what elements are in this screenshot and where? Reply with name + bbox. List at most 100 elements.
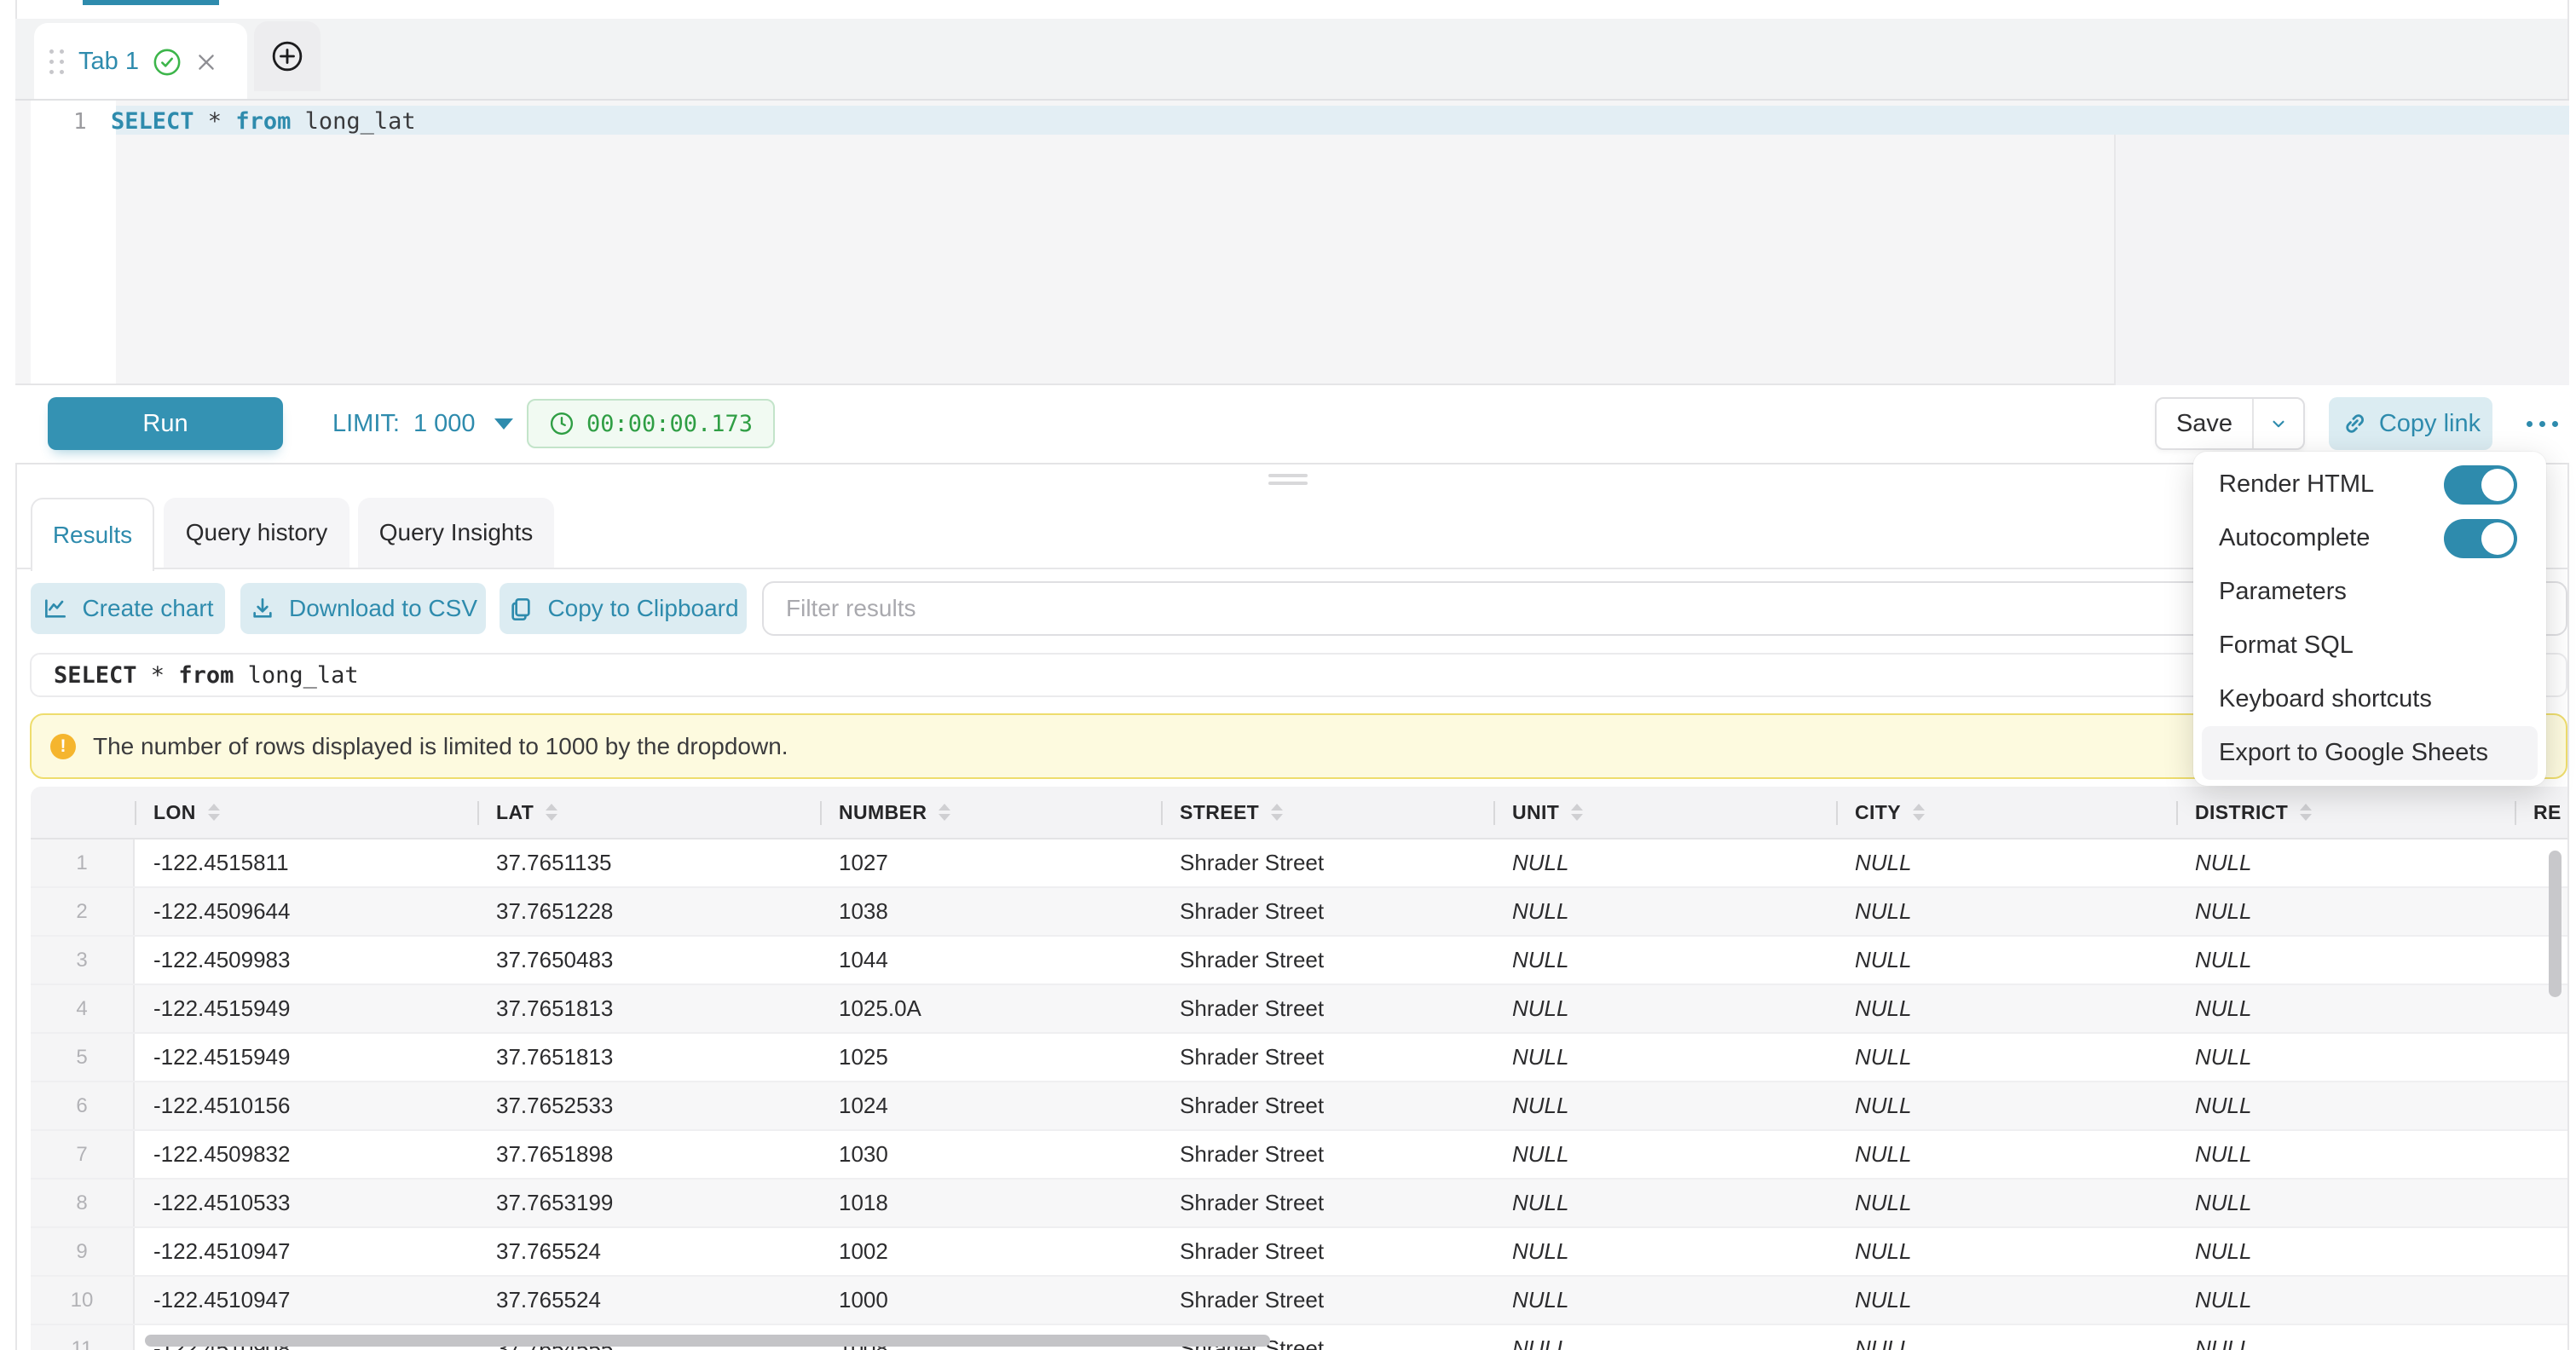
- add-tab-button[interactable]: [254, 21, 321, 91]
- tab-results[interactable]: Results: [31, 498, 154, 571]
- echo-token: from: [178, 662, 234, 689]
- copy-link-label: Copy link: [2379, 410, 2481, 438]
- drag-handle-icon[interactable]: [49, 49, 65, 74]
- menu-item-format-sql[interactable]: Format SQL: [2202, 619, 2538, 672]
- table-row: 9-122.451094737.7655241002Shrader Street…: [31, 1228, 2567, 1277]
- run-button[interactable]: Run: [48, 397, 283, 450]
- table-cell: NULL: [2176, 888, 2515, 935]
- column-header-city[interactable]: CITY: [1836, 787, 2176, 838]
- table-cell: [2515, 1180, 2567, 1226]
- column-header-number[interactable]: NUMBER: [820, 787, 1161, 838]
- limit-dropdown[interactable]: LIMIT: 1 000: [332, 397, 513, 450]
- table-cell: -122.4510947: [135, 1228, 477, 1275]
- clock-icon: [549, 411, 575, 436]
- row-number: 7: [31, 1131, 135, 1178]
- sort-icon[interactable]: [939, 804, 950, 821]
- table-cell: -122.4510156: [135, 1082, 477, 1129]
- caret-down-icon: [494, 418, 513, 430]
- ellipsis-icon: [2552, 421, 2558, 427]
- sort-icon[interactable]: [208, 804, 220, 821]
- sql-editor[interactable]: 1 SELECT * from long_lat: [15, 99, 2569, 385]
- menu-item-keyboard-shortcuts[interactable]: Keyboard shortcuts: [2202, 672, 2538, 726]
- table-cell: NULL: [1836, 1131, 2176, 1178]
- column-header-lat[interactable]: LAT: [477, 787, 820, 838]
- table-cell: NULL: [1493, 1277, 1836, 1324]
- menu-item-export-to-google-sheets[interactable]: Export to Google Sheets: [2202, 726, 2538, 780]
- column-header-unit[interactable]: UNIT: [1493, 787, 1836, 838]
- table-cell: 1027: [820, 839, 1161, 886]
- save-options-button[interactable]: [2254, 399, 2303, 448]
- table-cell: Shrader Street: [1161, 985, 1493, 1032]
- autocomplete-toggle[interactable]: [2444, 519, 2517, 558]
- table-cell: NULL: [1836, 985, 2176, 1032]
- menu-item-label: Render HTML: [2219, 470, 2374, 499]
- sort-icon[interactable]: [1571, 804, 1583, 821]
- table-cell: NULL: [1836, 1034, 2176, 1081]
- editor-token: from: [235, 108, 291, 135]
- table-cell: 37.7651813: [477, 985, 820, 1032]
- menu-item-autocomplete[interactable]: Autocomplete: [2202, 511, 2538, 565]
- tab-query-insights[interactable]: Query Insights: [358, 498, 554, 568]
- copy-to-clipboard-button[interactable]: Copy to Clipboard: [500, 583, 747, 634]
- editor-tab-bar: [15, 19, 2567, 99]
- download-csv-button[interactable]: Download to CSV: [240, 583, 486, 634]
- save-button[interactable]: Save: [2157, 399, 2254, 448]
- column-header-re[interactable]: RE: [2515, 787, 2567, 838]
- table-cell: 37.7652533: [477, 1082, 820, 1129]
- horizontal-scrollbar[interactable]: [145, 1335, 1270, 1347]
- panel-resize-handle[interactable]: [1268, 474, 1308, 486]
- render-html-toggle[interactable]: [2444, 465, 2517, 505]
- column-header-street[interactable]: STREET: [1161, 787, 1493, 838]
- sort-down-icon: [939, 814, 950, 821]
- table-cell: NULL: [2176, 1180, 2515, 1226]
- sort-icon[interactable]: [546, 804, 557, 821]
- query-tab-label[interactable]: Tab 1: [78, 48, 139, 76]
- sort-icon[interactable]: [1913, 804, 1925, 821]
- sql-workbench-app: Tab 1 1 SELECT * from long_lat Run LIMIT…: [0, 0, 2576, 1350]
- sort-icon[interactable]: [1271, 804, 1283, 821]
- table-cell: -122.4515949: [135, 1034, 477, 1081]
- table-cell: 37.7653199: [477, 1180, 820, 1226]
- tab-query-history[interactable]: Query history: [164, 498, 349, 568]
- table-cell: -122.4510533: [135, 1180, 477, 1226]
- sort-down-icon: [1571, 814, 1583, 821]
- table-cell: NULL: [1836, 888, 2176, 935]
- close-tab-icon[interactable]: [195, 51, 217, 73]
- table-cell: NULL: [2176, 1131, 2515, 1178]
- results-table: LONLATNUMBERSTREETUNITCITYDISTRICTRE 1 -1…: [31, 787, 2567, 1350]
- menu-item-render-html[interactable]: Render HTML: [2202, 458, 2538, 511]
- table-cell: 1044: [820, 937, 1161, 984]
- table-cell: 1038: [820, 888, 1161, 935]
- copy-link-button[interactable]: Copy link: [2329, 397, 2492, 450]
- sort-down-icon: [208, 814, 220, 821]
- menu-item-parameters[interactable]: Parameters: [2202, 565, 2538, 619]
- table-cell: NULL: [1493, 1131, 1836, 1178]
- vertical-scrollbar[interactable]: [2549, 851, 2562, 997]
- table-cell: NULL: [1493, 1034, 1836, 1081]
- warning-text: The number of rows displayed is limited …: [93, 733, 788, 760]
- table-cell: NULL: [1493, 839, 1836, 886]
- column-header-lon[interactable]: LON: [135, 787, 477, 838]
- table-cell: [2515, 1034, 2567, 1081]
- row-number: 1: [31, 839, 135, 886]
- table-row: 7-122.450983237.76518981030Shrader Stree…: [31, 1131, 2567, 1180]
- table-cell: NULL: [1836, 1325, 2176, 1350]
- table-cell: NULL: [2176, 985, 2515, 1032]
- column-header-district[interactable]: DISTRICT: [2176, 787, 2515, 838]
- create-chart-button[interactable]: Create chart: [31, 583, 225, 634]
- sort-icon[interactable]: [2300, 804, 2312, 821]
- row-limit-warning: ! The number of rows displayed is limite…: [30, 713, 2567, 779]
- table-cell: NULL: [1493, 888, 1836, 935]
- limit-label: LIMIT:: [332, 410, 400, 438]
- query-tab[interactable]: Tab 1: [34, 23, 247, 101]
- more-options-button[interactable]: [2515, 397, 2569, 450]
- sql-code-line[interactable]: SELECT * from long_lat: [111, 108, 416, 135]
- table-cell: Shrader Street: [1161, 1228, 1493, 1275]
- table-cell: 37.7651228: [477, 888, 820, 935]
- table-cell: NULL: [2176, 1228, 2515, 1275]
- table-cell: -122.4510947: [135, 1277, 477, 1324]
- table-header-row: LONLATNUMBERSTREETUNITCITYDISTRICTRE: [31, 787, 2567, 839]
- table-cell: 37.7650483: [477, 937, 820, 984]
- table-cell: -122.4515949: [135, 985, 477, 1032]
- table-cell: NULL: [1493, 1228, 1836, 1275]
